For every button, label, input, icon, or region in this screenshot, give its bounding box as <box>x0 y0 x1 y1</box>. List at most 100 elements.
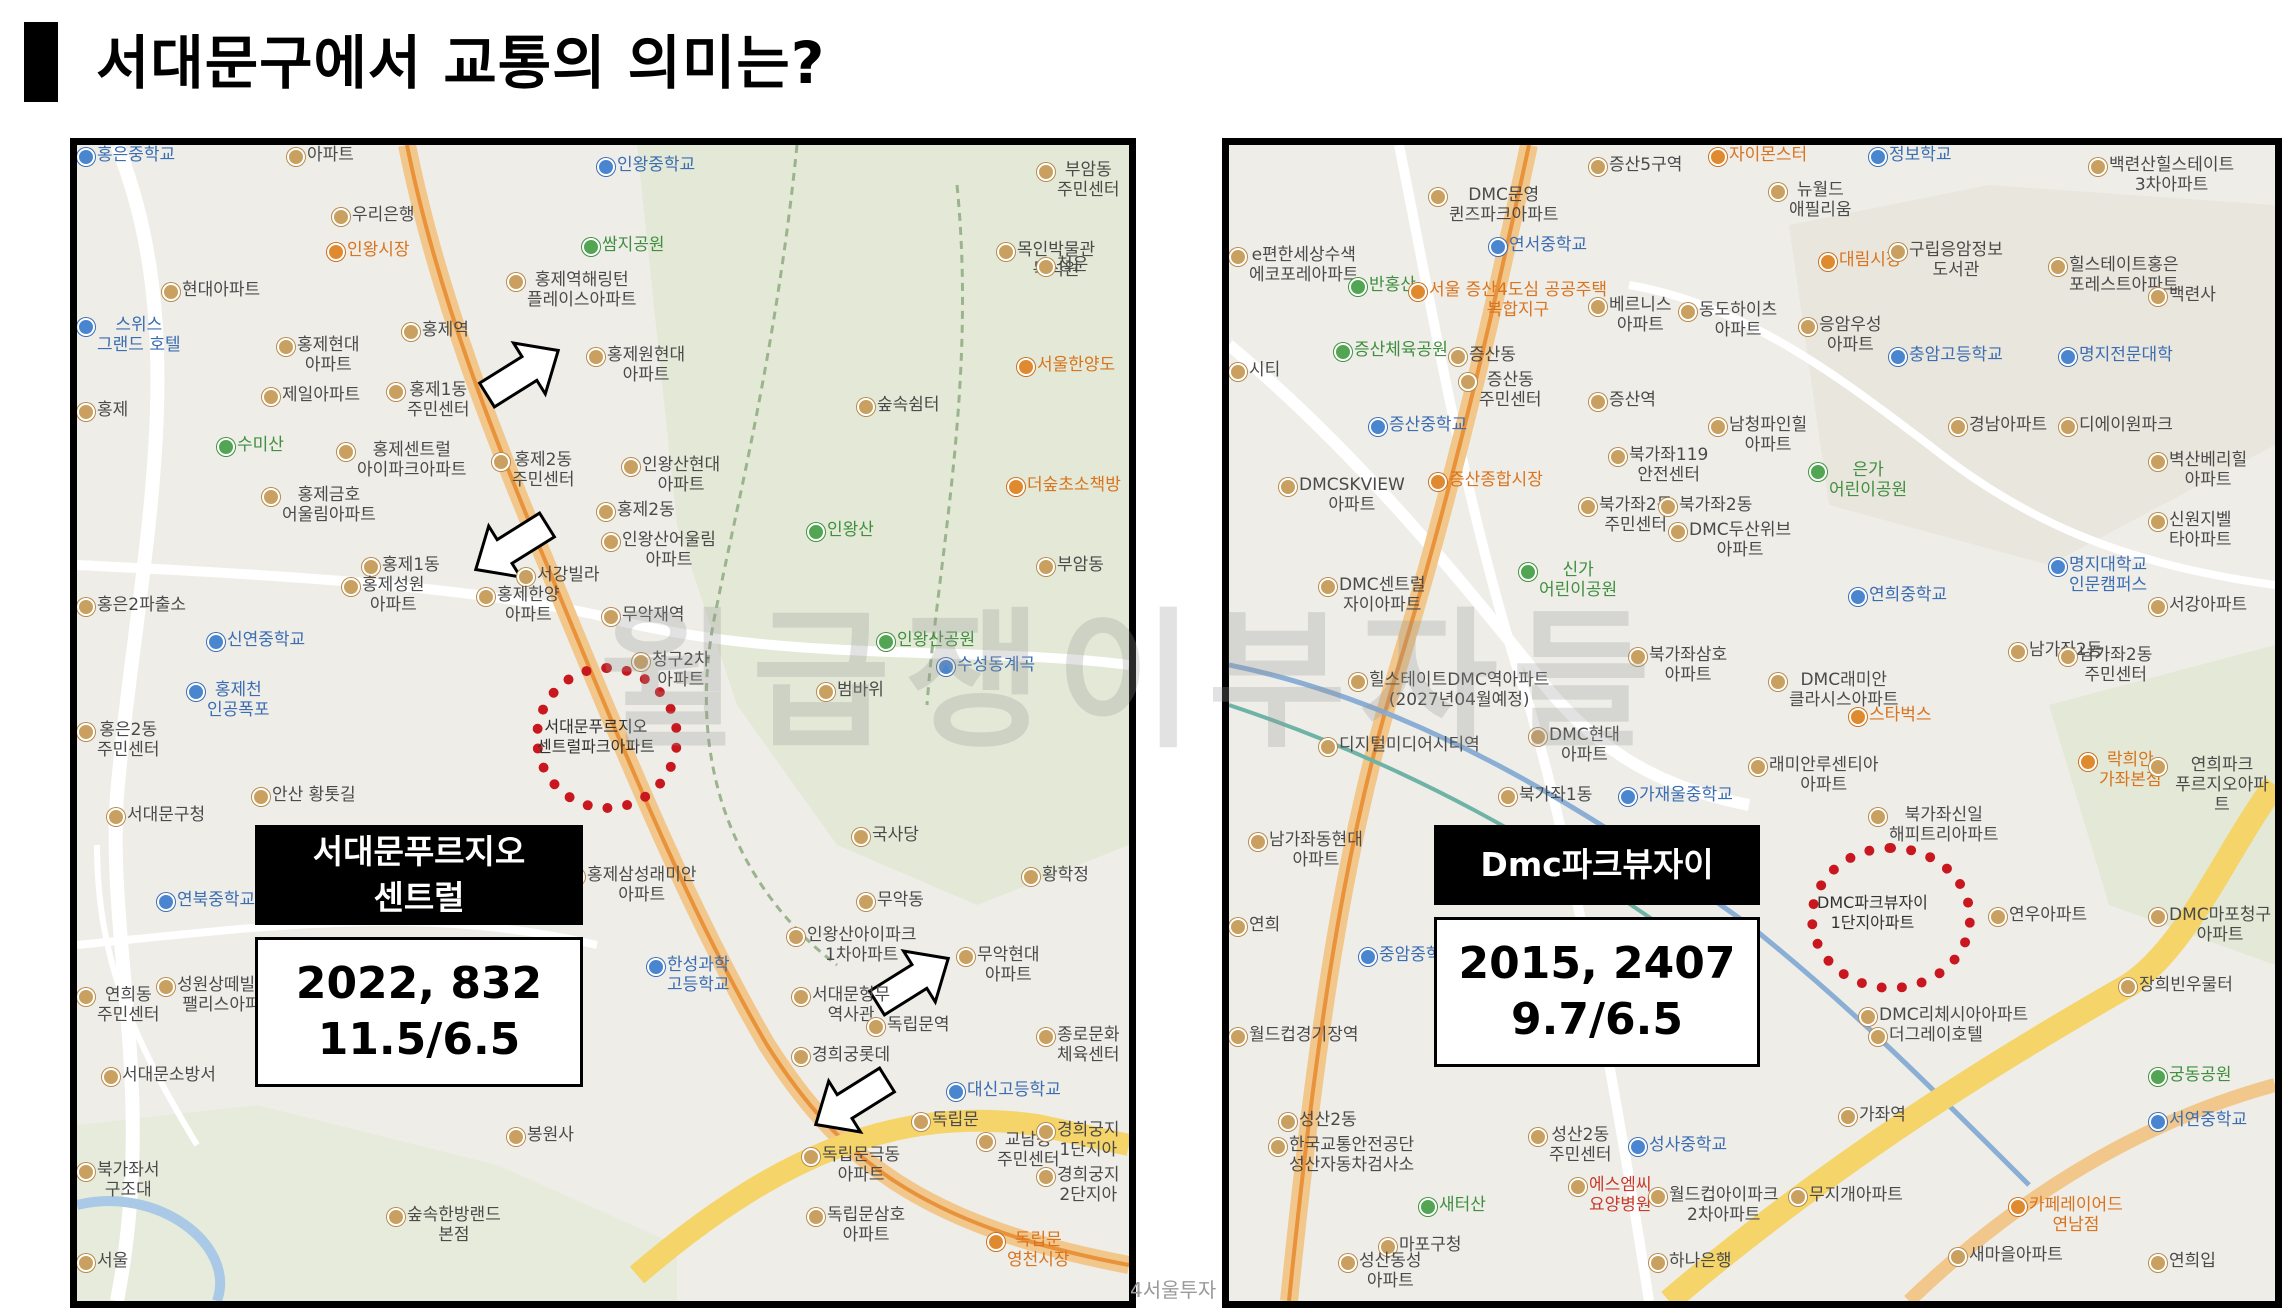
poi-marker-icon[interactable] <box>262 388 280 406</box>
map-place-label[interactable]: 명지전문대학 <box>2079 345 2173 365</box>
poi-marker-icon[interactable] <box>1429 188 1447 206</box>
map-place-label[interactable]: 월드컵아이파크 2차아파트 <box>1669 1185 1778 1225</box>
poi-marker-icon[interactable] <box>77 988 95 1006</box>
poi-marker-icon[interactable] <box>77 723 95 741</box>
map-place-label[interactable]: 홍제성원 아파트 <box>362 575 425 615</box>
map-place-label[interactable]: 독립문역 <box>887 1015 950 1035</box>
map-place-label[interactable]: 부암동 주민센터 <box>1057 160 1120 200</box>
poi-marker-icon[interactable] <box>792 988 810 1006</box>
map-place-label[interactable]: 증산동 주민센터 <box>1479 370 1542 410</box>
poi-marker-icon[interactable] <box>102 1068 120 1086</box>
map-place-label[interactable]: 쌈지공원 <box>602 235 665 255</box>
poi-marker-icon[interactable] <box>157 893 175 911</box>
poi-marker-icon[interactable] <box>997 243 1015 261</box>
map-place-label[interactable]: 경희궁지 1단지아 <box>1057 1120 1120 1160</box>
poi-marker-icon[interactable] <box>107 808 125 826</box>
map-place-label[interactable]: 베르니스 아파트 <box>1609 295 1672 335</box>
poi-marker-icon[interactable] <box>77 148 95 166</box>
poi-marker-icon[interactable] <box>507 273 525 291</box>
poi-marker-icon[interactable] <box>337 443 355 461</box>
map-place-label[interactable]: 우리은행 <box>352 205 415 225</box>
map-place-label[interactable]: 남가좌동현대 아파트 <box>1269 830 1363 870</box>
map-place-label[interactable]: 황학정 <box>1042 865 1089 885</box>
poi-marker-icon[interactable] <box>1589 393 1607 411</box>
map-place-label[interactable]: 독립문 영천시장 <box>1007 1230 1070 1270</box>
poi-marker-icon[interactable] <box>2149 288 2167 306</box>
poi-marker-icon[interactable] <box>77 1254 95 1272</box>
map-place-label[interactable]: 인왕산아이파크 1차아파트 <box>807 925 916 965</box>
map-place-label[interactable]: e편한세상수색 에코포레아파트 <box>1249 245 1358 285</box>
poi-marker-icon[interactable] <box>1409 283 1427 301</box>
map-place-label[interactable]: DMC문영 퀸즈파크아파트 <box>1449 185 1558 225</box>
poi-marker-icon[interactable] <box>2059 418 2077 436</box>
map-place-label[interactable]: DMC래미안 클라시스아파트 <box>1789 670 1898 710</box>
map-place-label[interactable]: 북가좌1동 <box>1519 785 1592 805</box>
map-place-label[interactable]: 증산역 <box>1609 390 1656 410</box>
map-place-label[interactable]: DMC마포청구 아파트 <box>2169 905 2271 945</box>
map-place-label[interactable]: 카페레이어드 연남점 <box>2029 1195 2123 1235</box>
map-place-label[interactable]: 종로문화 체육센터 <box>1057 1025 1120 1065</box>
poi-marker-icon[interactable] <box>507 1128 525 1146</box>
poi-marker-icon[interactable] <box>1449 348 1467 366</box>
map-place-label[interactable]: 무지개아파트 <box>1809 1185 1903 1205</box>
poi-marker-icon[interactable] <box>362 558 380 576</box>
map-place-label[interactable]: 숲속쉼터 <box>877 395 940 415</box>
map-place-label[interactable]: 홍제원현대 아파트 <box>607 345 685 385</box>
poi-marker-icon[interactable] <box>332 208 350 226</box>
map-place-label[interactable]: 안산 황톳길 <box>272 785 356 805</box>
map-place-label[interactable]: 현대아파트 <box>182 280 260 300</box>
map-place-label[interactable]: 홍은중학교 <box>97 145 175 165</box>
poi-marker-icon[interactable] <box>1269 1138 1287 1156</box>
poi-marker-icon[interactable] <box>2059 648 2077 666</box>
map-place-label[interactable]: 서강아파트 <box>2169 595 2247 615</box>
map-place-label[interactable]: 새터산 <box>1439 1195 1486 1215</box>
poi-marker-icon[interactable] <box>857 398 875 416</box>
poi-marker-icon[interactable] <box>287 148 305 166</box>
poi-marker-icon[interactable] <box>1429 473 1447 491</box>
poi-marker-icon[interactable] <box>1589 158 1607 176</box>
poi-marker-icon[interactable] <box>852 828 870 846</box>
poi-marker-icon[interactable] <box>1589 298 1607 316</box>
poi-marker-icon[interactable] <box>1459 373 1477 391</box>
poi-marker-icon[interactable] <box>2049 558 2067 576</box>
map-place-label[interactable]: 자이몬스터 <box>1729 145 1807 165</box>
poi-marker-icon[interactable] <box>262 488 280 506</box>
poi-marker-icon[interactable] <box>1869 148 1887 166</box>
map-place-label[interactable]: 연북중학교 <box>177 890 255 910</box>
map-place-label[interactable]: 홍제삼성래미안 아파트 <box>587 865 696 905</box>
map-place-label[interactable]: 구립응암정보 도서관 <box>1909 240 2003 280</box>
poi-marker-icon[interactable] <box>2149 908 2167 926</box>
poi-marker-icon[interactable] <box>987 1233 1005 1251</box>
poi-marker-icon[interactable] <box>492 453 510 471</box>
poi-marker-icon[interactable] <box>582 238 600 256</box>
poi-marker-icon[interactable] <box>1249 833 1267 851</box>
poi-marker-icon[interactable] <box>1789 1188 1807 1206</box>
map-place-label[interactable]: 수미산 <box>237 435 284 455</box>
poi-marker-icon[interactable] <box>187 683 205 701</box>
poi-marker-icon[interactable] <box>77 1163 95 1181</box>
poi-marker-icon[interactable] <box>1359 948 1377 966</box>
map-place-label[interactable]: 인왕중학교 <box>617 155 695 175</box>
map-place-label[interactable]: 홍제역해링턴 플레이스아파트 <box>527 270 636 310</box>
poi-marker-icon[interactable] <box>207 633 225 651</box>
map-place-label[interactable]: 장희빈우물터 <box>2139 975 2233 995</box>
map-place-label[interactable]: 궁동공원 <box>2169 1065 2232 1085</box>
map-place-label[interactable]: 증산동 <box>1469 345 1516 365</box>
map-place-label[interactable]: 봉원사 <box>527 1125 574 1145</box>
map-place-label[interactable]: 아파트 <box>307 145 354 165</box>
map-place-label[interactable]: 정보학교 <box>1889 145 1952 165</box>
map-place-label[interactable]: 에스엠씨 요양병원 <box>1589 1175 1652 1215</box>
map-place-label[interactable]: 청운 <box>1057 255 1088 275</box>
poi-marker-icon[interactable] <box>1017 358 1035 376</box>
poi-marker-icon[interactable] <box>217 438 235 456</box>
map-place-label[interactable]: 국사당 <box>872 825 919 845</box>
poi-marker-icon[interactable] <box>2149 453 2167 471</box>
poi-marker-icon[interactable] <box>1229 248 1247 266</box>
poi-marker-icon[interactable] <box>1339 1254 1357 1272</box>
poi-marker-icon[interactable] <box>1037 1028 1055 1046</box>
map-place-label[interactable]: 연우아파트 <box>2009 905 2087 925</box>
poi-marker-icon[interactable] <box>807 1208 825 1226</box>
map-place-label[interactable]: 서울 증산4도심 공공주택 복합지구 <box>1429 280 1607 320</box>
map-place-label[interactable]: 홍제천 인공폭포 <box>207 680 270 720</box>
poi-marker-icon[interactable] <box>597 158 615 176</box>
